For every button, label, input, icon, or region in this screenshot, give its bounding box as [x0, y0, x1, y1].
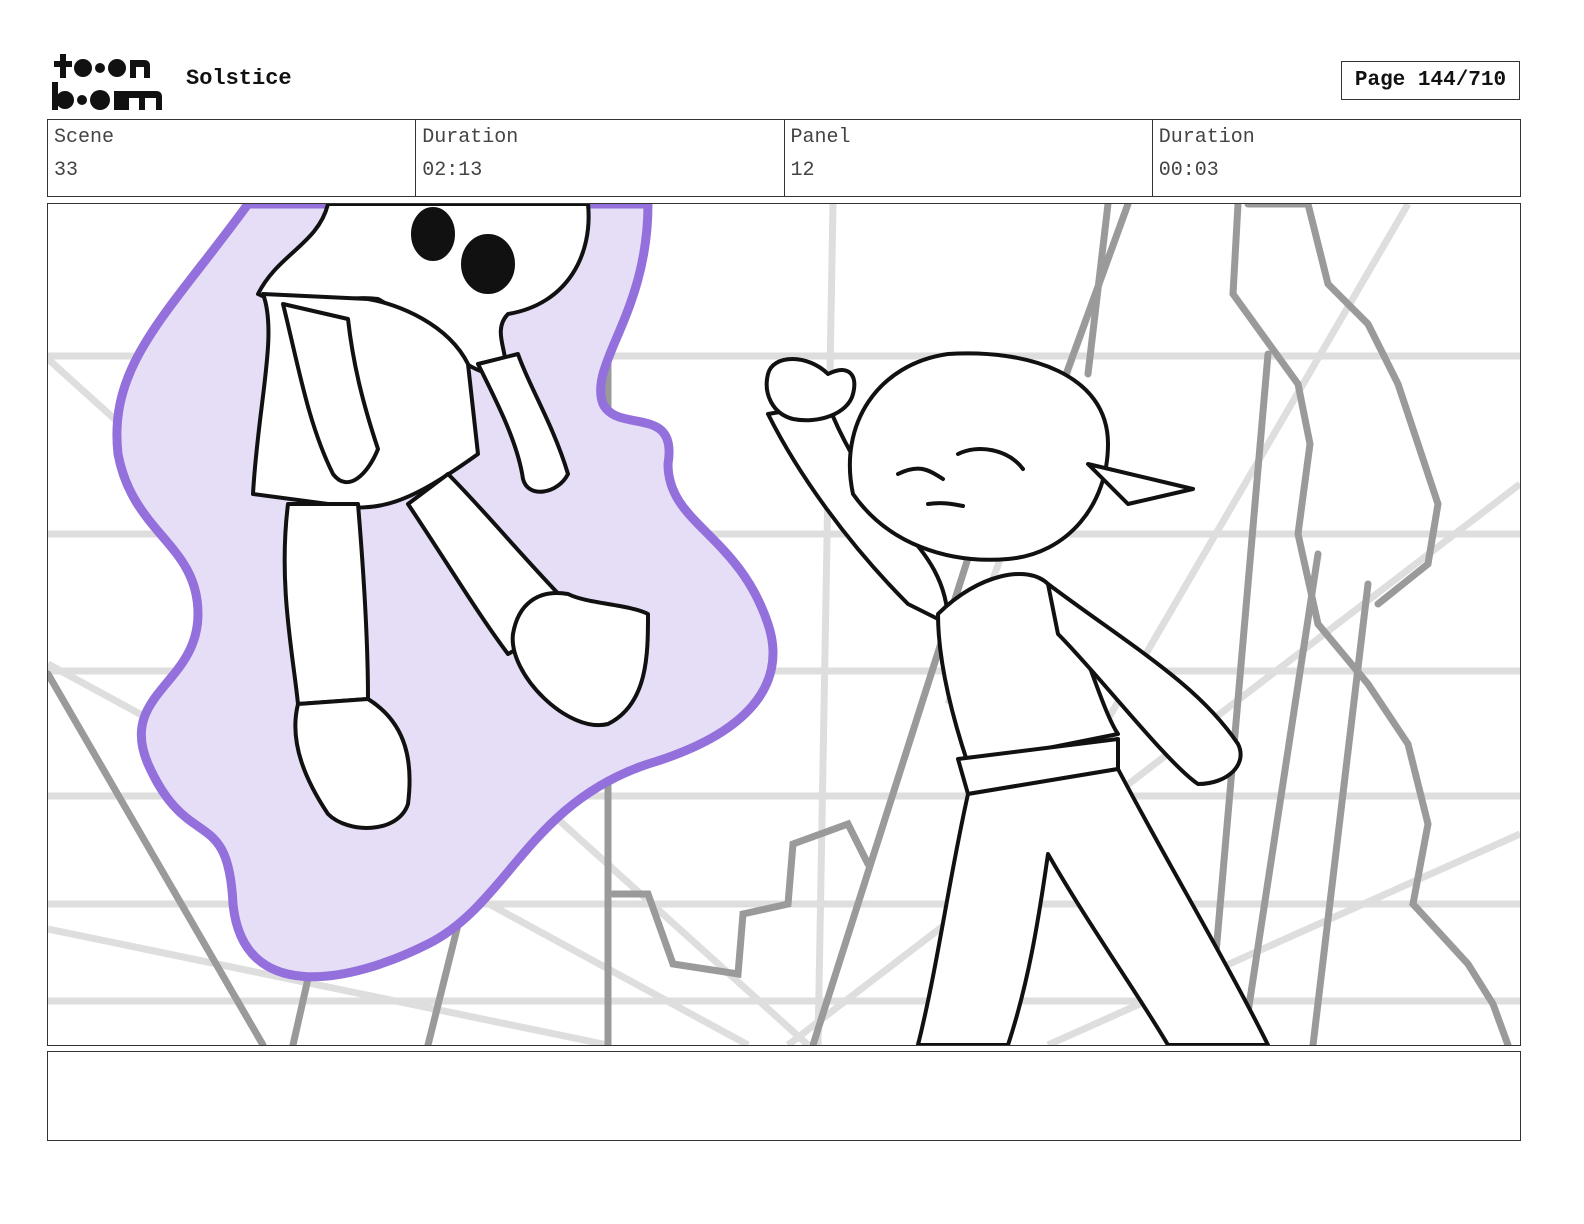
info-table: Scene 33 Duration 02:13 Panel 12 Duratio…: [47, 119, 1521, 197]
elf-character: [764, 351, 1270, 1045]
panel-duration-label: Duration: [1158, 126, 1255, 149]
panel-cell: Panel 12: [785, 120, 1153, 196]
scene-duration-value: 02:13: [422, 159, 483, 182]
scene-label: Scene: [54, 126, 115, 149]
panel-duration-value: 00:03: [1158, 159, 1219, 182]
project-title: Solstice: [186, 66, 292, 91]
notes-box[interactable]: [47, 1051, 1521, 1141]
scene-duration-label: Duration: [422, 126, 519, 149]
panel-duration-cell: Duration 00:03: [1153, 120, 1520, 196]
scene-duration-cell: Duration 02:13: [416, 120, 785, 196]
scene-cell: Scene 33: [48, 120, 417, 196]
page-counter: Page 144/710: [1341, 61, 1520, 100]
panel-value: 12: [790, 159, 815, 182]
scene-value: 33: [54, 159, 79, 182]
storyboard-sketch: [48, 204, 1520, 1045]
panel-label: Panel: [790, 126, 851, 149]
toon-boom-logo: [50, 50, 165, 112]
storyboard-panel: [47, 203, 1521, 1046]
